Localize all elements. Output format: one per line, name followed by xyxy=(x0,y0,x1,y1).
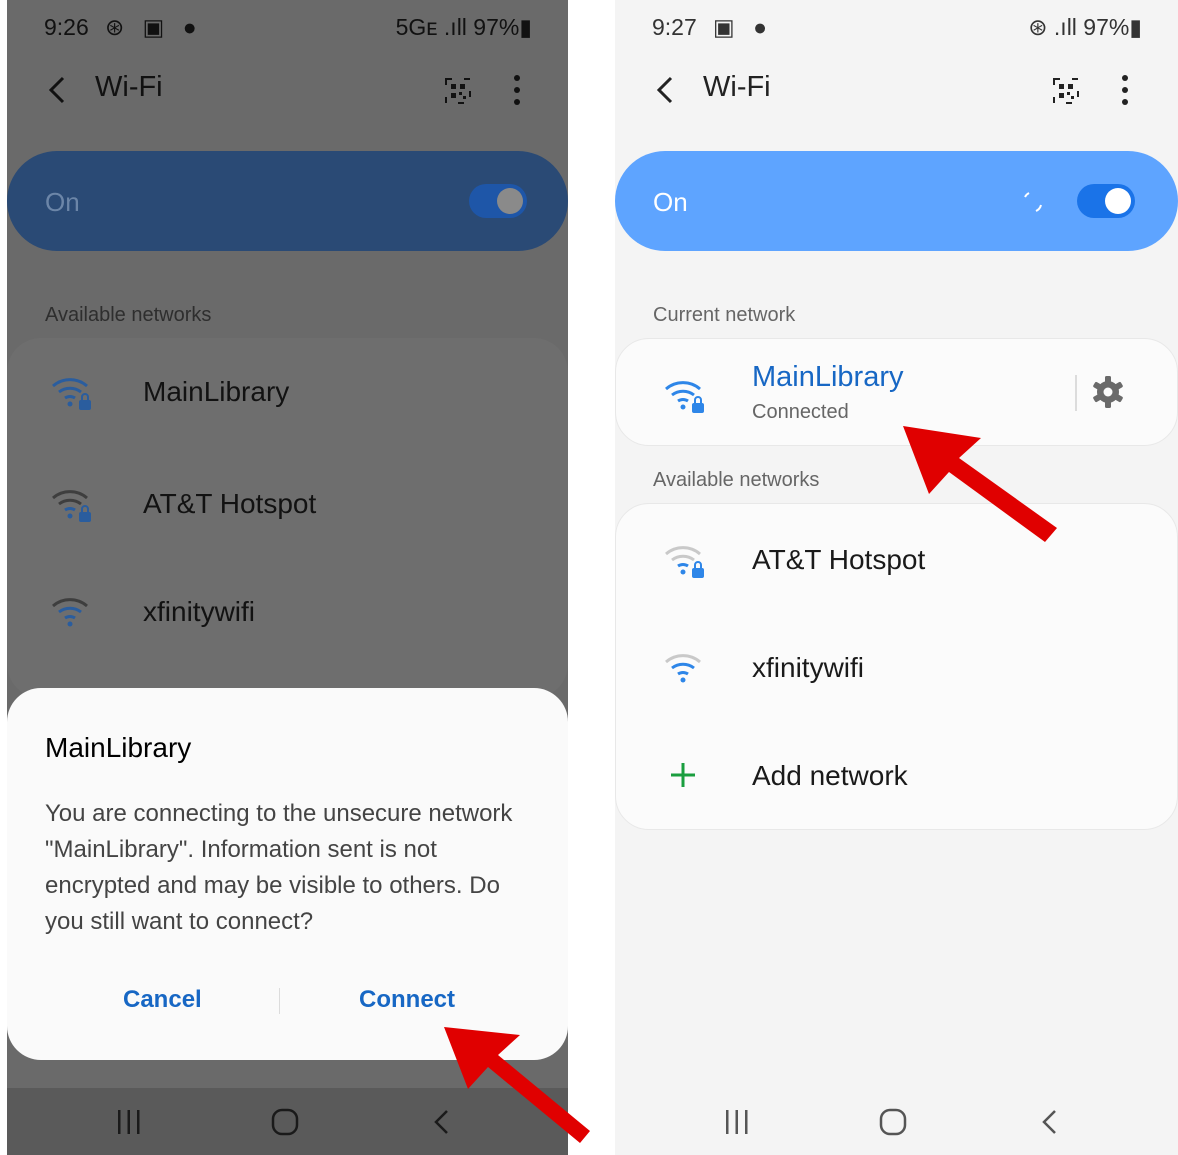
network-name: MainLibrary xyxy=(143,376,290,407)
network-row-xfinitywifi[interactable]: xfinitywifi xyxy=(616,618,1177,718)
available-networks-card: AT&T Hotspot xfinitywifi Add network xyxy=(615,503,1178,830)
nav-bar xyxy=(615,1088,1178,1155)
right-phone-screen: 9:27 ▣ ● ⊛ .ıll 97%▮ Wi-Fi On Current ne… xyxy=(615,0,1178,1155)
wifi-master-toggle-bar[interactable]: On xyxy=(7,151,568,251)
dialog-message: You are connecting to the unsecure netwo… xyxy=(45,800,513,935)
loading-spinner-icon xyxy=(1024,192,1042,212)
qr-code-icon[interactable] xyxy=(1053,78,1079,104)
page-title: Wi-Fi xyxy=(95,71,163,103)
page-title: Wi-Fi xyxy=(703,71,771,103)
status-time: 9:26 xyxy=(44,14,89,40)
network-row-mainlibrary[interactable]: MainLibrary xyxy=(7,342,568,442)
button-divider xyxy=(279,988,280,1014)
more-vert-icon[interactable] xyxy=(1118,74,1132,106)
recent-apps-icon[interactable] xyxy=(722,1108,752,1136)
status-right: ⊛ .ıll 97%▮ xyxy=(1028,14,1142,40)
left-phone-screen: 9:26 ⊛ ▣ ● 5Gᴇ .ıll 97%▮ Wi-Fi On Availa… xyxy=(7,0,568,1155)
status-bar: 9:27 ▣ ● ⊛ .ıll 97%▮ xyxy=(615,0,1178,56)
toggle-knob xyxy=(1105,188,1131,214)
network-name: xfinitywifi xyxy=(143,596,256,627)
home-icon[interactable] xyxy=(879,1108,907,1136)
connect-button[interactable]: Connect xyxy=(359,986,455,1014)
current-network-name: MainLibrary xyxy=(752,361,904,393)
nav-back-icon[interactable] xyxy=(1040,1108,1058,1136)
annotation-arrow-current-network xyxy=(903,426,1057,542)
wifi-on-label: On xyxy=(653,187,688,217)
network-row-xfinitywifi[interactable]: xfinitywifi xyxy=(7,562,568,662)
wifi-lock-icon xyxy=(665,546,704,578)
connection-status: Connected xyxy=(752,401,849,423)
status-time: 9:27 xyxy=(652,14,697,40)
toggle-knob xyxy=(497,188,523,214)
wifi-lock-icon xyxy=(52,490,91,522)
back-arrow-icon[interactable] xyxy=(43,72,71,108)
wifi-master-toggle-bar[interactable]: On xyxy=(615,151,1178,251)
network-name: AT&T Hotspot xyxy=(143,488,317,519)
add-network-row[interactable]: Add network xyxy=(616,726,1177,826)
current-network-label: Current network xyxy=(653,304,796,326)
annotation-arrow-connect xyxy=(444,1027,590,1143)
available-networks-label: Available networks xyxy=(45,304,212,326)
app-bar: Wi-Fi xyxy=(7,60,568,120)
wifi-icon xyxy=(665,654,701,683)
status-right: 5Gᴇ .ıll 97%▮ xyxy=(395,14,532,40)
qr-code-icon[interactable] xyxy=(445,78,471,104)
network-row-att-hotspot[interactable]: AT&T Hotspot xyxy=(7,454,568,554)
available-networks-label: Available networks xyxy=(653,469,820,491)
status-bar: 9:26 ⊛ ▣ ● 5Gᴇ .ıll 97%▮ xyxy=(7,0,568,56)
network-name: AT&T Hotspot xyxy=(752,544,926,575)
gear-icon[interactable] xyxy=(1091,375,1125,409)
back-arrow-icon[interactable] xyxy=(651,72,679,108)
status-icons: ⊛ ▣ ● xyxy=(105,14,203,40)
network-name: xfinitywifi xyxy=(752,652,865,683)
wifi-lock-icon xyxy=(665,381,704,413)
available-networks-card: MainLibrary AT&T Hotspot xfinitywifi xyxy=(7,338,568,698)
more-vert-icon[interactable] xyxy=(510,74,524,106)
wifi-toggle-switch[interactable] xyxy=(1077,184,1135,218)
app-bar: Wi-Fi xyxy=(615,60,1178,120)
wifi-icon xyxy=(52,598,88,627)
vertical-divider xyxy=(1075,375,1077,411)
recent-apps-icon[interactable] xyxy=(114,1108,144,1136)
plus-icon xyxy=(671,763,695,787)
wifi-on-label: On xyxy=(45,187,80,217)
wifi-lock-icon xyxy=(52,378,91,410)
cancel-button[interactable]: Cancel xyxy=(123,986,202,1014)
status-icons: ▣ ● xyxy=(713,14,774,40)
dialog-title: MainLibrary xyxy=(45,732,192,763)
wifi-toggle-switch[interactable] xyxy=(469,184,527,218)
add-network-label: Add network xyxy=(752,760,908,791)
home-icon[interactable] xyxy=(271,1108,299,1136)
unsecure-network-dialog: MainLibrary You are connecting to the un… xyxy=(7,688,568,1060)
